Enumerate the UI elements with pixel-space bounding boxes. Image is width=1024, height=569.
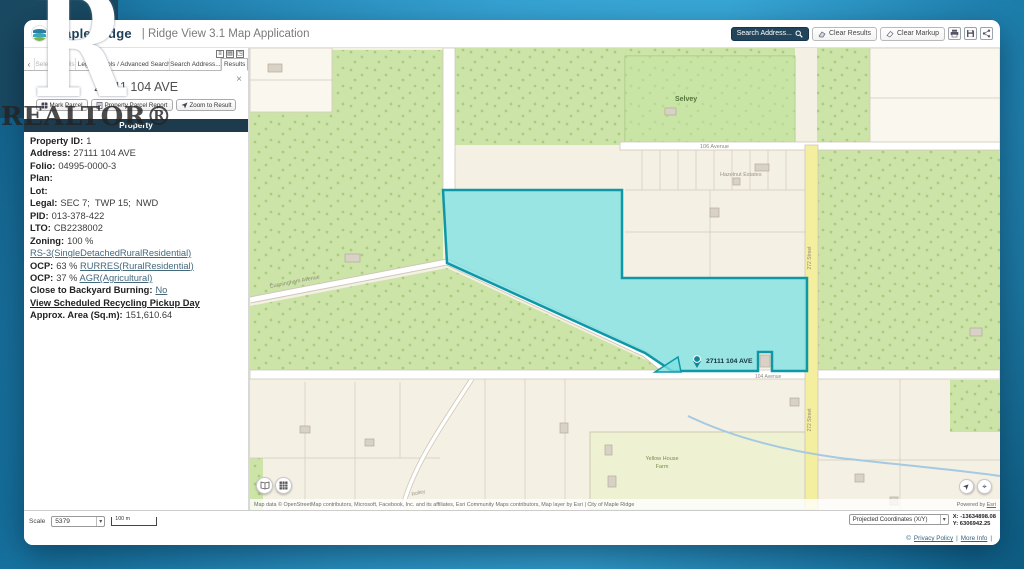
zoom-arrow-icon bbox=[181, 102, 187, 108]
imagery-basemap-button[interactable] bbox=[275, 477, 292, 494]
zoom-to-result-label: Zoom to Result bbox=[189, 101, 232, 109]
field-zoning: Zoning: 100 % RS-3(SingleDetachedRuralRes… bbox=[30, 235, 192, 259]
map-label-272-street: 272 Street bbox=[807, 246, 813, 270]
collapse-panel-arrow[interactable]: ‹ bbox=[24, 58, 35, 70]
scale-bar: 100 m bbox=[111, 516, 158, 526]
field-backyard-burning: Close to Backyard Burning: No bbox=[30, 285, 168, 296]
clear-results-label: Clear Results bbox=[828, 30, 871, 37]
coordinate-system-select[interactable]: Projected Coordinates (X/Y) ▾ bbox=[848, 514, 949, 525]
basemap-gallery-button[interactable] bbox=[256, 477, 273, 494]
field-approx-area: Approx. Area (Sq.m): 151,610.64 bbox=[30, 310, 173, 321]
map-label-farm-2: Farm bbox=[656, 464, 669, 470]
search-address-label: Search Address... bbox=[736, 30, 792, 37]
field-address: Address: 27111 104 AVE bbox=[30, 148, 136, 159]
footer-links: © Privacy Policy | More Info | bbox=[906, 535, 992, 542]
chevron-down-icon: ▾ bbox=[939, 515, 948, 524]
map-label-farm-1: Yellow House bbox=[645, 456, 678, 462]
chevron-down-icon: ▾ bbox=[96, 517, 104, 526]
map-attribution-bar: Map data © OpenStreetMap contributors, M… bbox=[250, 499, 1000, 510]
ocp-rurres-link[interactable]: RURRES(RuralResidential) bbox=[80, 261, 194, 271]
printer-icon bbox=[950, 29, 959, 38]
field-pid: PID: 013-378-422 bbox=[30, 210, 105, 221]
app-title: | Ridge View 3.1 Map Application bbox=[141, 27, 310, 40]
parcel-grid-icon bbox=[41, 102, 48, 108]
scale-label: Scale bbox=[29, 518, 46, 525]
property-section-header: Property bbox=[24, 119, 248, 132]
map-label-104-avenue: 104 Avenue bbox=[755, 374, 782, 380]
tab-search-address[interactable]: Search Address... bbox=[170, 58, 222, 70]
map-label-selvey: Selvey bbox=[675, 96, 697, 103]
property-parcel-report-button[interactable]: Property Parcel Report bbox=[90, 99, 173, 111]
field-recycling-link: View Scheduled Recycling Pickup Day bbox=[30, 297, 248, 309]
tab-select-details[interactable]: Select Details bbox=[35, 58, 77, 70]
mark-parcel-label: Mark Parcel bbox=[49, 101, 83, 109]
locate-button[interactable]: ⌖ bbox=[977, 479, 992, 494]
app-header: Maple Ridge | Ridge View 3.1 Map Applica… bbox=[24, 20, 1000, 48]
maple-ridge-logo-icon bbox=[31, 25, 48, 42]
panel-toolbar: ≡ ▤ ◳ bbox=[24, 48, 248, 58]
open-book-icon bbox=[260, 481, 269, 490]
recycling-pickup-link[interactable]: View Scheduled Recycling Pickup Day bbox=[30, 298, 200, 308]
floppy-disk-icon bbox=[967, 30, 974, 37]
field-lot: Lot: bbox=[30, 185, 48, 196]
field-ocp-2: OCP: 37 % AGR(Agricultural) bbox=[30, 272, 153, 283]
status-bar: Scale 5379 ▾ 100 m Projected Coordinates… bbox=[24, 510, 1000, 545]
field-lto: LTO: CB2238002 bbox=[30, 223, 103, 234]
imagery-grid-icon bbox=[279, 481, 288, 490]
eraser-icon bbox=[886, 30, 894, 37]
field-folio: Folio: 04995-0000-3 bbox=[30, 160, 117, 171]
maple-ridge-logo-text: Maple Ridge bbox=[53, 26, 132, 41]
tab-legend[interactable]: Legend bbox=[76, 58, 102, 70]
field-plan: Plan: bbox=[30, 173, 53, 184]
map-application-window: Maple Ridge | Ridge View 3.1 Map Applica… bbox=[24, 20, 1000, 545]
privacy-policy-link[interactable]: Privacy Policy bbox=[914, 535, 953, 542]
result-actions: Mark Parcel Property Parcel Report Zoom … bbox=[24, 99, 248, 111]
clear-markup-button[interactable]: Clear Markup bbox=[879, 26, 945, 41]
field-ocp-1: OCP: 63 % RURRES(RuralResidential) bbox=[30, 260, 194, 271]
panel-popout-icon[interactable]: ◳ bbox=[236, 49, 244, 58]
parcel-report-label: Property Parcel Report bbox=[104, 101, 168, 109]
panel-layout-icon[interactable]: ▤ bbox=[226, 49, 234, 58]
field-legal: Legal: SEC 7; TWP 15; NWD bbox=[30, 198, 159, 209]
panel-tabs: ‹ Select Details Legend Tools / Advanced… bbox=[24, 58, 248, 71]
map-label-hazelnut-estates: Hazelnut Estates bbox=[720, 172, 762, 178]
mark-parcel-button[interactable]: Mark Parcel bbox=[35, 99, 88, 111]
result-title: 27111 104 AVE bbox=[93, 80, 179, 94]
tab-tools-advanced-search[interactable]: Tools / Advanced Search bbox=[102, 58, 171, 70]
map-label-106-avenue: 106 Avenue bbox=[700, 144, 729, 150]
attribution-text: Map data © OpenStreetMap contributors, M… bbox=[254, 501, 635, 508]
share-button[interactable] bbox=[980, 27, 993, 40]
search-address-button[interactable]: Search Address... bbox=[730, 26, 809, 41]
close-result-icon[interactable]: × bbox=[236, 75, 242, 85]
results-panel: ≡ ▤ ◳ ‹ Select Details Legend Tools / Ad… bbox=[24, 48, 250, 510]
powered-by: Powered by Esri bbox=[956, 501, 996, 508]
marker-address-label: 27111 104 AVE bbox=[706, 358, 753, 365]
esri-link[interactable]: Esri bbox=[987, 502, 996, 508]
clear-markup-label: Clear Markup bbox=[896, 30, 939, 37]
map-viewport[interactable]: Selvey 106 Avenue Hazelnut Estates 272 S… bbox=[250, 48, 1000, 510]
clear-results-button[interactable]: Clear Results bbox=[811, 26, 877, 41]
field-property-id: Property ID: 1 bbox=[30, 136, 92, 146]
eraser-icon bbox=[818, 31, 826, 37]
more-info-link[interactable]: More Info bbox=[961, 535, 988, 542]
report-document-icon bbox=[96, 101, 102, 109]
property-fields: Property ID: 1 Address: 27111 104 AVE Foli… bbox=[24, 135, 248, 322]
ocp-agr-link[interactable]: AGR(Agricultural) bbox=[80, 273, 153, 283]
map-label-272-street: 272 Street bbox=[807, 408, 813, 432]
tab-results[interactable]: Results bbox=[221, 58, 248, 71]
search-icon bbox=[795, 30, 803, 38]
forest-area bbox=[950, 380, 1000, 432]
print-button[interactable] bbox=[948, 27, 961, 40]
zoning-link[interactable]: RS-3(SingleDetachedRuralResidential) bbox=[30, 248, 191, 258]
cursor-coordinates: X: -13634898.08 Y: 6306942.25 bbox=[952, 514, 996, 527]
panel-dock-icon[interactable]: ≡ bbox=[216, 49, 224, 58]
save-button[interactable] bbox=[964, 27, 977, 40]
zoom-to-result-button[interactable]: Zoom to Result bbox=[175, 99, 237, 111]
backyard-burning-link[interactable]: No bbox=[155, 285, 167, 295]
share-icon bbox=[982, 29, 991, 38]
map-canvas[interactable]: Selvey 106 Avenue Hazelnut Estates 272 S… bbox=[250, 48, 1000, 510]
scale-select[interactable]: 5379 ▾ bbox=[51, 516, 106, 527]
selvey-park-texture bbox=[625, 56, 795, 145]
